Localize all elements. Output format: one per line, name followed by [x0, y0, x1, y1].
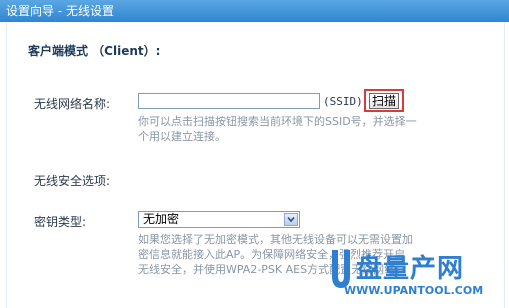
site-watermark: 盘量产网 WWW.UPANTOOL.COM — [330, 248, 509, 308]
key-type-select[interactable]: 无加密 — [138, 211, 300, 228]
ssid-help-text: 你可以点击扫描按钮搜索当前环境下的SSID号，并选择一个用以建立连接。 — [138, 115, 417, 143]
window-title: 设置向导 - 无线设置 — [0, 0, 509, 22]
watermark-brand: 盘量产网 — [356, 254, 465, 284]
key-type-selected-value: 无加密 — [143, 212, 180, 226]
key-type-label: 密钥类型: — [34, 215, 87, 229]
ssid-input[interactable] — [138, 93, 320, 109]
chevron-down-icon[interactable] — [284, 213, 298, 226]
security-options-heading: 无线安全选项: — [34, 174, 111, 188]
client-mode-heading: 客户端模式 （Client）: — [28, 44, 161, 58]
scan-button[interactable]: 扫描 — [369, 93, 399, 109]
ssid-label: 无线网络名称: — [34, 97, 111, 111]
ssid-suffix: (SSID) — [323, 95, 363, 108]
watermark-url: WWW.UPANTOOL.COM — [344, 284, 484, 297]
